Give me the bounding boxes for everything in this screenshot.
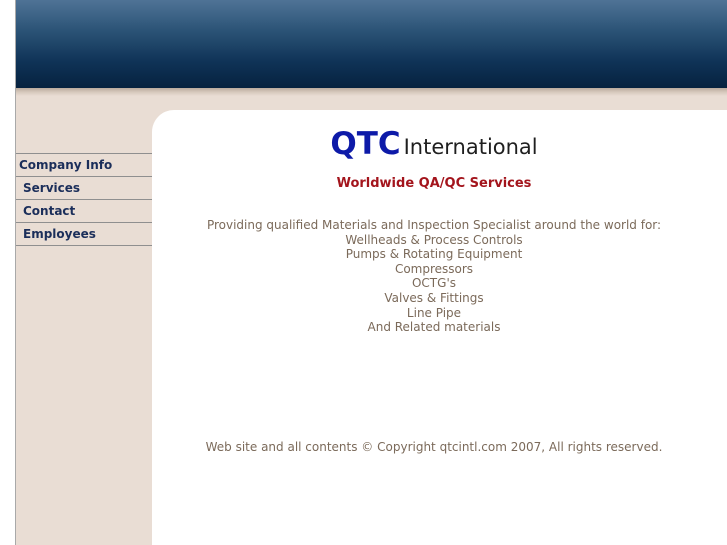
service-item: OCTG's — [411, 276, 456, 291]
main-content: QTC International Worldwide QA/QC Service… — [152, 110, 727, 545]
logo-brand: QTC — [330, 126, 401, 162]
header-banner — [16, 0, 727, 88]
nav-item-contact[interactable]: Contact — [16, 199, 152, 222]
header-divider — [16, 88, 727, 96]
company-logo: QTC International — [152, 126, 716, 162]
service-item: Line Pipe — [406, 305, 462, 320]
intro-lead: Providing qualified Materials and Inspec… — [206, 218, 662, 232]
nav-item-services[interactable]: Services — [16, 176, 152, 199]
service-item: Valves & Fittings — [384, 290, 484, 305]
sidebar-nav: Company Info Services Contact Employees — [16, 153, 152, 246]
copyright-footer: Web site and all contents © Copyright qt… — [205, 440, 663, 454]
page: Company Info Services Contact Employees … — [15, 0, 727, 545]
service-item: Pumps & Rotating Equipment — [345, 247, 523, 262]
nav-item-employees[interactable]: Employees — [16, 222, 152, 246]
tagline: Worldwide QA/QC Services — [336, 176, 532, 191]
services-intro: Providing qualified Materials and Inspec… — [152, 218, 716, 335]
nav-item-company-info[interactable]: Company Info — [16, 153, 152, 176]
service-item: Wellheads & Process Controls — [345, 232, 523, 247]
logo-suffix: International — [403, 135, 538, 159]
service-item: Compressors — [394, 261, 474, 276]
service-item: And Related materials — [367, 320, 501, 335]
